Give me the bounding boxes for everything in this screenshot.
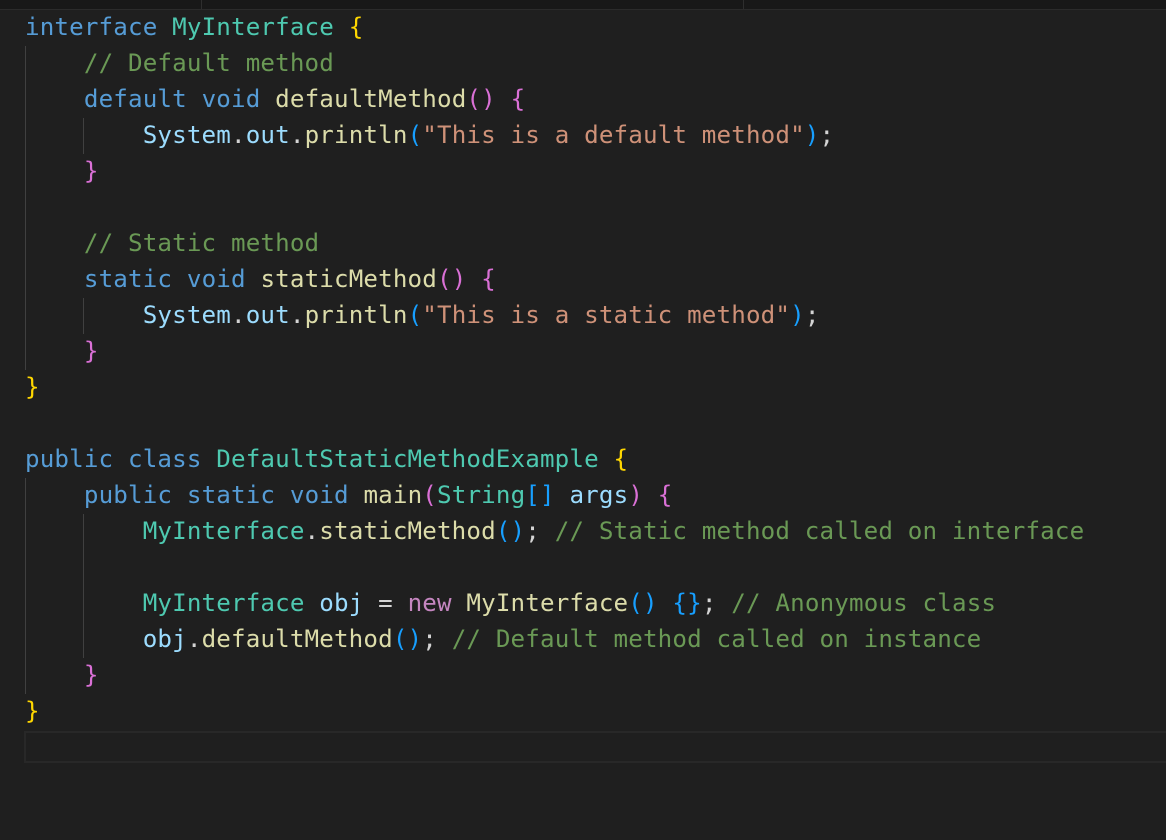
- code-line[interactable]: interface MyInterface {: [25, 9, 1084, 45]
- token-bracket: }: [83, 337, 99, 365]
- token-bracket: {: [481, 265, 496, 293]
- token-bracket: }: [83, 157, 99, 185]
- token-function: defaultMethod: [275, 85, 467, 113]
- token-keyword: void: [289, 481, 349, 509]
- code-line[interactable]: System.out.println("This is a static met…: [25, 297, 1084, 333]
- code-line[interactable]: static void staticMethod() {: [25, 261, 1084, 297]
- token-bracket: }: [25, 697, 40, 725]
- token-variable: args: [569, 481, 629, 509]
- token-punct: ;: [804, 301, 820, 329]
- token-bracket: []: [525, 481, 555, 509]
- token-bracket: {}: [672, 589, 702, 617]
- code-line[interactable]: [25, 189, 1084, 225]
- token-punct: .: [289, 121, 305, 149]
- token-function: println: [304, 301, 408, 329]
- token-punct: .: [186, 625, 202, 653]
- token-variable: System: [142, 121, 231, 149]
- token-bracket: {: [613, 445, 629, 473]
- token-bracket: {: [657, 481, 673, 509]
- token-type: MyInterface: [142, 517, 305, 545]
- token-function: staticMethod: [319, 517, 496, 545]
- code-line[interactable]: System.out.println("This is a default me…: [25, 117, 1084, 153]
- token-bracket: ): [790, 301, 805, 329]
- token-comment: // Default method called on instance: [451, 625, 982, 653]
- token-comment: // Anonymous class: [731, 589, 997, 617]
- token-type: MyInterface: [142, 589, 305, 617]
- token-punct: ;: [422, 625, 437, 653]
- token-keyword: public: [83, 481, 173, 509]
- token-bracket: (: [407, 301, 423, 329]
- code-line[interactable]: default void defaultMethod() {: [25, 81, 1084, 117]
- token-keyword: void: [201, 85, 261, 113]
- code-line[interactable]: }: [25, 333, 1084, 369]
- token-variable: out: [245, 121, 290, 149]
- code-line[interactable]: public class DefaultStaticMethodExample …: [25, 441, 1084, 477]
- code-line[interactable]: }: [25, 657, 1084, 693]
- code-line-current[interactable]: [25, 729, 1084, 765]
- code-text[interactable]: interface MyInterface { // Default metho…: [25, 9, 1084, 765]
- token-punct: .: [289, 301, 305, 329]
- token-keyword: public: [25, 445, 114, 473]
- token-variable: obj: [142, 625, 187, 653]
- token-keyword: static: [83, 265, 173, 293]
- token-keyword: interface: [25, 13, 158, 41]
- token-variable: System: [142, 301, 231, 329]
- token-keyword: class: [128, 445, 202, 473]
- token-string: "This is a default method": [422, 121, 805, 149]
- token-comment: // Static method called on interface: [554, 517, 1085, 545]
- token-function: defaultMethod: [201, 625, 393, 653]
- token-bracket: (: [407, 121, 423, 149]
- token-variable: out: [245, 301, 290, 329]
- token-punct: ;: [819, 121, 835, 149]
- token-operator: =: [378, 589, 393, 617]
- token-bracket: }: [83, 661, 99, 689]
- token-bracket: ): [628, 481, 644, 509]
- token-punct: ;: [525, 517, 540, 545]
- token-keyword: void: [186, 265, 246, 293]
- tab-separator: [743, 0, 744, 9]
- code-line[interactable]: }: [25, 693, 1084, 729]
- token-bracket: (): [466, 85, 496, 113]
- tab-separator: [201, 0, 202, 9]
- token-type: String: [437, 481, 526, 509]
- token-bracket: (): [628, 589, 658, 617]
- code-line[interactable]: }: [25, 153, 1084, 189]
- token-keyword: new: [407, 589, 452, 617]
- token-function: staticMethod: [260, 265, 437, 293]
- token-punct: .: [304, 517, 320, 545]
- token-bracket: }: [25, 373, 40, 401]
- token-function: println: [304, 121, 408, 149]
- code-editor[interactable]: interface MyInterface { // Default metho…: [0, 0, 1166, 840]
- token-comment: // Static method: [83, 229, 320, 257]
- token-keyword: static: [186, 481, 276, 509]
- code-line[interactable]: [25, 549, 1084, 585]
- token-punct: ;: [701, 589, 717, 617]
- token-punct: .: [230, 301, 246, 329]
- token-bracket: {: [348, 13, 364, 41]
- token-bracket: ): [804, 121, 820, 149]
- code-line[interactable]: [25, 405, 1084, 441]
- token-function: main: [363, 481, 423, 509]
- token-type: MyInterface: [172, 13, 334, 41]
- code-line[interactable]: }: [25, 369, 1084, 405]
- token-bracket: (): [495, 517, 526, 545]
- token-string: "This is a static method": [422, 301, 791, 329]
- token-bracket: (: [422, 481, 438, 509]
- token-bracket: (): [392, 625, 423, 653]
- code-line[interactable]: MyInterface.staticMethod(); // Static me…: [25, 513, 1084, 549]
- token-bracket: {: [510, 85, 526, 113]
- code-line[interactable]: // Static method: [25, 225, 1084, 261]
- token-comment: // Default method: [83, 49, 334, 77]
- token-function: MyInterface: [466, 589, 629, 617]
- code-line[interactable]: // Default method: [25, 45, 1084, 81]
- code-line[interactable]: public static void main(String[] args) {: [25, 477, 1084, 513]
- code-line[interactable]: MyInterface obj = new MyInterface() {}; …: [25, 585, 1084, 621]
- token-bracket: (): [436, 265, 467, 293]
- token-type: DefaultStaticMethodExample: [216, 445, 599, 473]
- token-variable: obj: [319, 589, 364, 617]
- token-keyword: default: [83, 85, 187, 113]
- code-line[interactable]: obj.defaultMethod(); // Default method c…: [25, 621, 1084, 657]
- token-punct: .: [230, 121, 246, 149]
